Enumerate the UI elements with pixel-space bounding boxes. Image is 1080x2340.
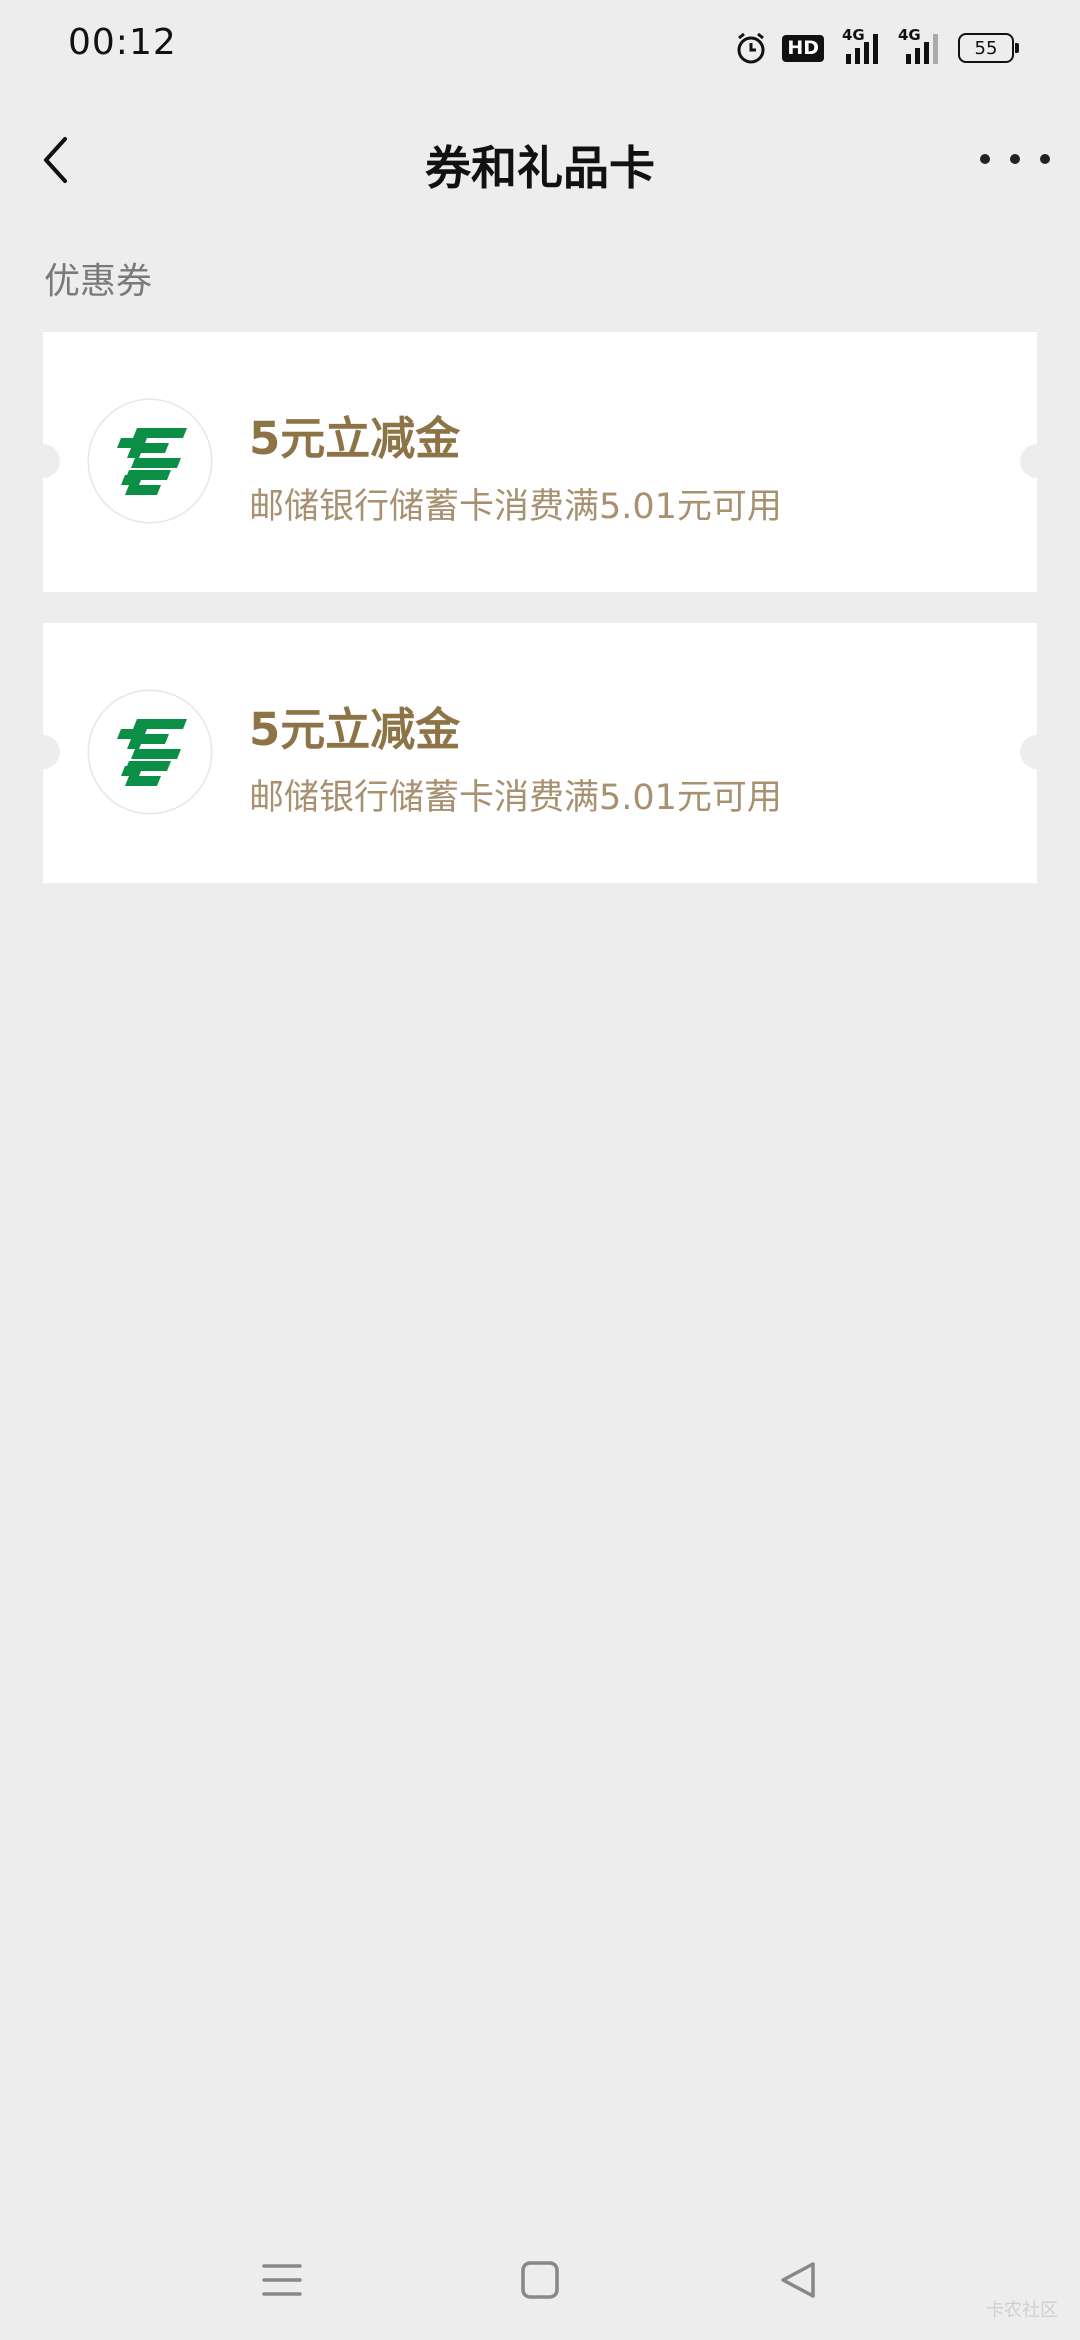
more-dots-icon [1010,154,1020,164]
coupon-title: 5元立减金 [249,703,461,756]
back-triangle-icon [781,2262,815,2298]
more-dots-icon [1040,154,1050,164]
menu-button[interactable] [252,2250,312,2310]
battery-indicator: 55 [958,33,1019,63]
coupon-card[interactable]: 5元立减金 邮储银行储蓄卡消费满5.01元可用 [26,332,1054,592]
network-label-2: 4G [898,26,921,44]
signal-4g-icon-2: 4G [898,26,944,66]
network-label-1: 4G [842,26,865,44]
watermark-text: 卡农社区 [986,2300,1058,2321]
system-back-button[interactable] [768,2250,828,2310]
postal-savings-bank-logo-icon [89,691,211,813]
status-bar: 00:12 HD 4G 4G 55 [0,0,1080,96]
signal-4g-icon-1: 4G [838,26,884,66]
section-title: 优惠券 [44,261,153,302]
more-dots-icon [980,154,990,164]
hd-badge: HD [782,34,824,62]
status-time: 00:12 [68,22,177,63]
page-title: 券和礼品卡 [425,141,655,195]
home-button[interactable] [510,2250,570,2310]
system-nav-bar [0,2220,1080,2330]
nav-bar: 券和礼品卡 [0,96,1080,226]
alarm-icon [734,31,768,65]
coupon-description: 邮储银行储蓄卡消费满5.01元可用 [249,778,782,818]
status-icons: HD 4G 4G 55 [734,26,1019,68]
postal-savings-bank-logo-icon [89,400,211,522]
coupon-card[interactable]: 5元立减金 邮储银行储蓄卡消费满5.01元可用 [26,623,1054,883]
menu-icon [262,2264,302,2296]
coupon-list: 5元立减金 邮储银行储蓄卡消费满5.01元可用 5元立减金 邮储银行储蓄卡消费满… [26,332,1054,914]
home-square-icon [521,2261,559,2299]
more-button[interactable] [980,136,1050,182]
coupon-description: 邮储银行储蓄卡消费满5.01元可用 [249,487,782,527]
coupon-title: 5元立减金 [249,412,461,465]
